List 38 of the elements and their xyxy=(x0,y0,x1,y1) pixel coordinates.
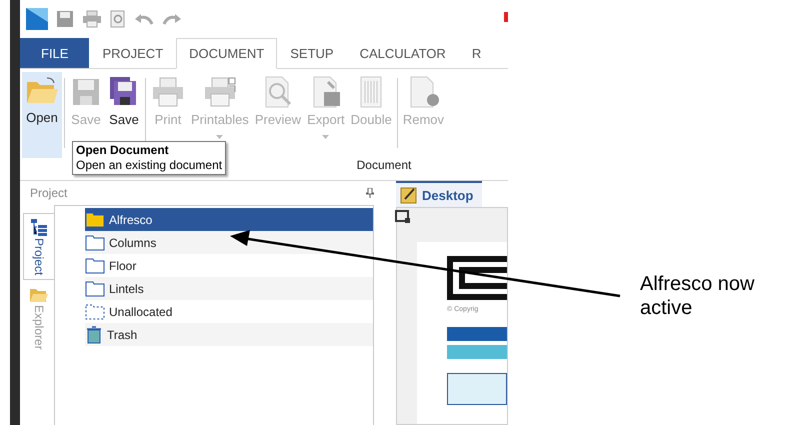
tree-icon xyxy=(30,218,48,236)
tree-item[interactable]: Columns xyxy=(85,231,373,254)
trash-icon xyxy=(85,326,103,344)
save-icon[interactable] xyxy=(56,10,74,28)
resize-icon[interactable] xyxy=(395,210,411,224)
folder-icon xyxy=(85,258,105,274)
dashed-folder-icon xyxy=(85,304,105,320)
annotation-text: Alfresco now active xyxy=(640,272,756,320)
desktop-tab[interactable]: Desktop xyxy=(396,181,482,207)
header-bar xyxy=(447,327,507,341)
tooltip-title: Open Document xyxy=(76,143,170,158)
edit-icon xyxy=(400,186,418,204)
app-logo-icon xyxy=(26,8,48,30)
tooltip-text: Open an existing document xyxy=(76,158,222,173)
logo-drawing xyxy=(447,256,507,300)
printer-icon xyxy=(151,76,185,108)
folder-icon xyxy=(25,76,59,106)
folder-icon xyxy=(85,280,105,296)
tree-item[interactable]: Trash xyxy=(85,323,373,346)
redo-icon[interactable] xyxy=(162,12,182,26)
panel-title: Project xyxy=(30,186,68,200)
table-header xyxy=(447,373,507,405)
open-button[interactable]: Open xyxy=(22,72,62,158)
ribbon-tab[interactable]: DOCUMENT xyxy=(176,38,278,69)
header-bar xyxy=(447,345,507,359)
preview-icon[interactable] xyxy=(110,10,126,28)
folder-icon xyxy=(85,234,105,250)
file-tab[interactable]: FILE xyxy=(20,38,90,68)
folder-icon xyxy=(85,212,105,228)
undo-icon[interactable] xyxy=(134,12,154,26)
tree-item[interactable]: Alfresco xyxy=(85,208,373,231)
printer-icon xyxy=(202,76,237,108)
pin-icon[interactable] xyxy=(366,188,374,198)
tree-item[interactable]: Lintels xyxy=(85,277,373,300)
printer-icon[interactable] xyxy=(82,10,102,28)
striped-page-icon xyxy=(358,76,384,108)
side-tab[interactable]: Project xyxy=(23,213,54,280)
group-label: Document xyxy=(356,158,412,172)
